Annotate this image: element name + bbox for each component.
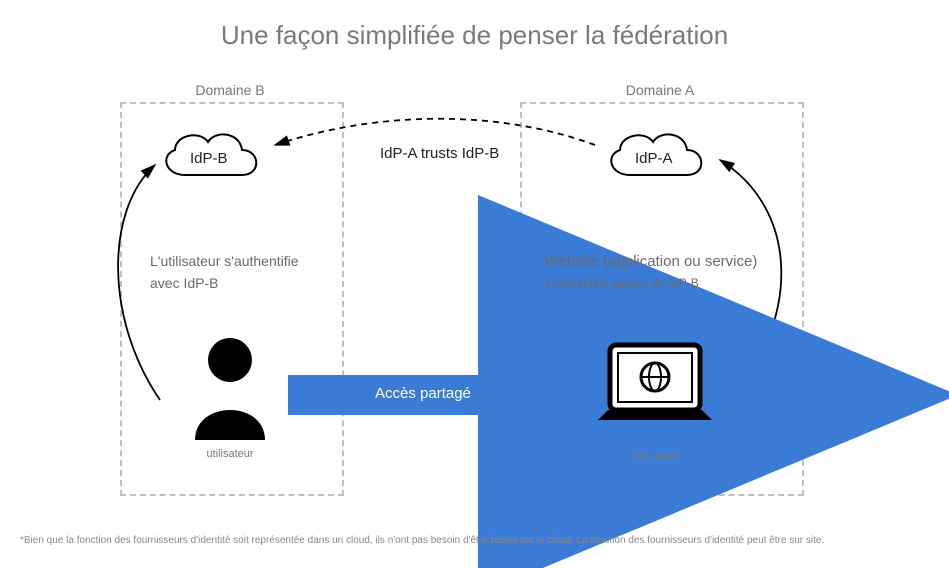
- laptop-icon: [590, 340, 720, 445]
- domain-a-label: Domaine A: [520, 82, 800, 98]
- idp-b-label: IdP-B: [190, 150, 228, 167]
- auth-a-line1: Website (application ou service): [545, 250, 795, 274]
- trust-label: IdP-A trusts IdP-B: [380, 145, 499, 162]
- auth-b-line1: L'utilisateur s'authentifie: [150, 250, 340, 272]
- footnote: *Bien que la fonction des fournisseurs d…: [20, 535, 929, 546]
- user-icon: [185, 330, 275, 445]
- auth-b-line2: avec IdP-B: [150, 272, 340, 294]
- site-caption: Site web: [590, 448, 720, 463]
- auth-a-line2: s'authentifie auprès de IdP-B: [545, 274, 795, 293]
- user-caption: utilisateur: [165, 448, 295, 460]
- auth-a-text: Website (application ou service) s'authe…: [545, 250, 795, 293]
- domain-b-label: Domaine B: [120, 82, 340, 98]
- diagram-title: Une façon simplifiée de penser la fédéra…: [0, 20, 949, 51]
- auth-b-text: L'utilisateur s'authentifie avec IdP-B: [150, 250, 340, 295]
- shared-access-label: Accès partagé: [375, 385, 471, 402]
- idp-a-label: IdP-A: [635, 150, 673, 167]
